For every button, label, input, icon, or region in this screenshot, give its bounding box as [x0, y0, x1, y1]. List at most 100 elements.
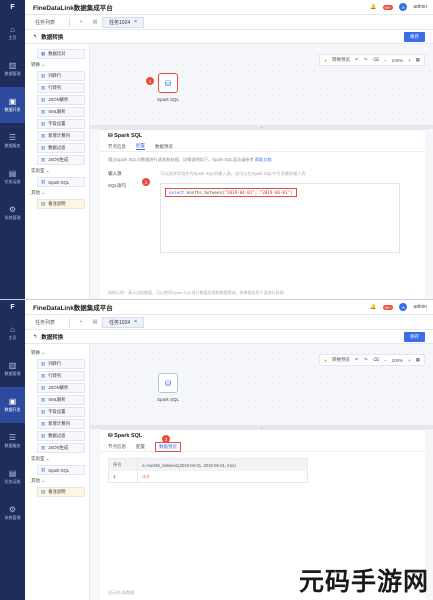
redo-icon[interactable]: ↷ — [364, 57, 368, 63]
close-icon[interactable]: × — [134, 19, 137, 25]
add-tab-button[interactable]: + — [74, 19, 88, 25]
avatar[interactable]: A — [399, 303, 408, 311]
nav-data-dev[interactable]: ▣ 数据开发 — [0, 87, 25, 123]
nav-data-manage[interactable]: ▥ 数据管理 — [0, 351, 25, 387]
fit-icon[interactable]: ▦ — [416, 57, 420, 63]
palette-group-transform[interactable]: 转换 ⌄ — [31, 62, 83, 68]
compare-icon: ▦ — [41, 51, 46, 56]
palette-item[interactable]: ▥ JSON解析 — [37, 383, 85, 393]
palette-item[interactable]: ▥ XML解析 — [37, 395, 85, 405]
palette-item[interactable]: ▥ JSON生成 — [37, 443, 85, 453]
palette-item-note[interactable]: ▤ 备注说明 — [37, 487, 85, 497]
nav-task-ops[interactable]: ▤ 任务运维 — [0, 459, 25, 495]
add-tab-button[interactable]: + — [74, 319, 88, 325]
nav-label: 数据开发 — [4, 407, 21, 412]
nav-system[interactable]: ⚙ 系统管理 — [0, 495, 25, 531]
zoom-in-button[interactable]: + — [408, 358, 411, 363]
close-icon[interactable]: × — [134, 319, 137, 325]
spark-sql-node[interactable]: ⛁ — [158, 373, 178, 393]
flow-canvas[interactable]: ● 转换预览 ↶ ↷ ⌫ − 100% + ▦ ⛁ Spark SQL — [90, 344, 433, 425]
palette-item[interactable]: ▥ 新增计算列 — [37, 131, 85, 141]
palette-group-transform[interactable]: 转换 ⌄ — [31, 350, 83, 356]
tab-config[interactable]: 配置 — [136, 143, 145, 150]
nav-data-dev[interactable]: ▣ 数据开发 — [0, 387, 25, 423]
nav-home[interactable]: ⌂ 主页 — [0, 315, 25, 351]
palette-item[interactable]: ▥ XML解析 — [37, 107, 85, 117]
tab-task-active[interactable]: 任务1024 × — [102, 16, 145, 28]
zoom-level: 100% — [391, 357, 404, 363]
document-icon[interactable]: ▤ — [88, 19, 102, 25]
undo-icon[interactable]: ↶ — [355, 57, 359, 63]
delete-icon[interactable]: ⌫ — [373, 357, 379, 363]
username[interactable]: admin — [413, 304, 427, 310]
avatar[interactable]: A — [399, 3, 408, 11]
palette-item-spark-sql[interactable]: ▥ Spark SQL — [37, 465, 85, 475]
username[interactable]: admin — [413, 4, 427, 10]
palette-group-other[interactable]: 其他 ⌄ — [31, 190, 83, 196]
tab-node-info[interactable]: 节点信息 — [108, 444, 126, 450]
palette-item[interactable]: ▥ 新增计算列 — [37, 419, 85, 429]
nav-system[interactable]: ⚙ 系统管理 — [0, 195, 25, 231]
back-icon[interactable]: ↰ — [33, 334, 37, 340]
delete-icon[interactable]: ⌫ — [373, 57, 379, 63]
palette-item[interactable]: ▥ JSON解析 — [37, 95, 85, 105]
nav-task-ops[interactable]: ▤ 任务运维 — [0, 159, 25, 195]
document-icon[interactable]: ▤ — [88, 319, 102, 325]
palette-item[interactable]: ▥ 列转行 — [37, 71, 85, 81]
run-preview-button[interactable]: 转换预览 — [332, 57, 350, 63]
spark-sql-node[interactable]: ⛁ — [158, 73, 178, 93]
nav-data-manage[interactable]: ▥ 数据管理 — [0, 51, 25, 87]
bell-icon[interactable]: 🔔 — [370, 4, 376, 10]
preview-run-icon[interactable]: ● — [324, 58, 327, 63]
palette-item[interactable]: ▥ 列转行 — [37, 359, 85, 369]
run-preview-button[interactable]: 转换预览 — [332, 357, 350, 363]
palette-group-lab[interactable]: 实验室 ⌄ — [31, 168, 83, 174]
spark-icon: ⛁ — [164, 78, 172, 88]
palette-item-compare[interactable]: ▦ 数据比对 — [37, 49, 85, 59]
sub-header: ↰ 数据转换 保存 — [25, 30, 433, 44]
fit-icon[interactable]: ▦ — [416, 357, 420, 363]
tab-task-list[interactable]: 任务列表 — [25, 319, 65, 326]
zoom-in-button[interactable]: + — [408, 58, 411, 63]
palette-item[interactable]: ▥ 字段设置 — [37, 407, 85, 417]
sql-editor[interactable]: select months_between("2019-04-01", "201… — [160, 183, 400, 253]
palette-item[interactable]: ▥ JSON生成 — [37, 155, 85, 165]
nav-data-service[interactable]: ☰ 数据服务 — [0, 423, 25, 459]
nav-data-service[interactable]: ☰ 数据服务 — [0, 123, 25, 159]
config-panel: ⛁ Spark SQL 节点信息 配置 数据预览 通过Spark SQL对数据进… — [100, 129, 425, 300]
help-doc-link[interactable]: 帮助文档 — [255, 157, 272, 162]
callout-3: 3 — [162, 435, 170, 443]
nav-label: 任务运维 — [4, 479, 21, 484]
bell-icon[interactable]: 🔔 — [370, 304, 376, 310]
zoom-out-button[interactable]: − — [384, 58, 387, 63]
palette-item[interactable]: ▥ 行转列 — [37, 83, 85, 93]
palette-item[interactable]: ▥ 数据过滤 — [37, 431, 85, 441]
node-label: Spark SQL — [156, 97, 179, 102]
tab-node-info[interactable]: 节点信息 — [108, 144, 126, 150]
palette-group-lab[interactable]: 实验室 ⌄ — [31, 456, 83, 462]
tab-divider — [69, 17, 71, 27]
palette-item-note[interactable]: ▤ 备注说明 — [37, 199, 85, 209]
tab-data-preview[interactable]: 数据预览 — [155, 144, 173, 150]
palette-item[interactable]: ▥ 行转列 — [37, 371, 85, 381]
nav-home[interactable]: ⌂ 主页 — [0, 15, 25, 51]
tab-task-list[interactable]: 任务列表 — [25, 19, 65, 26]
operator-icon: ▥ — [41, 409, 46, 414]
save-button[interactable]: 保存 — [404, 332, 425, 342]
sql-close: ) — [290, 190, 293, 195]
flow-canvas[interactable]: ● 转换预览 ↶ ↷ ⌫ − 100% + ▦ 1 ⛁ Spark SQL — [90, 44, 433, 125]
save-button[interactable]: 保存 — [404, 32, 425, 42]
palette-group-other[interactable]: 其他 ⌄ — [31, 478, 83, 484]
back-icon[interactable]: ↰ — [33, 34, 37, 40]
tab-config[interactable]: 配置 — [136, 444, 145, 450]
preview-run-icon[interactable]: ● — [324, 358, 327, 363]
zoom-out-button[interactable]: − — [384, 358, 387, 363]
undo-icon[interactable]: ↶ — [355, 357, 359, 363]
palette-item[interactable]: ▥ 数据过滤 — [37, 143, 85, 153]
tab-data-preview[interactable]: 数据预览 — [155, 441, 181, 452]
palette-item[interactable]: ▥ 字段设置 — [37, 119, 85, 129]
redo-icon[interactable]: ↷ — [364, 357, 368, 363]
palette-item-spark-sql[interactable]: ▥ Spark SQL — [37, 177, 85, 187]
group-label: 实验室 — [31, 168, 45, 173]
tab-task-active[interactable]: 任务1024 × — [102, 316, 145, 328]
